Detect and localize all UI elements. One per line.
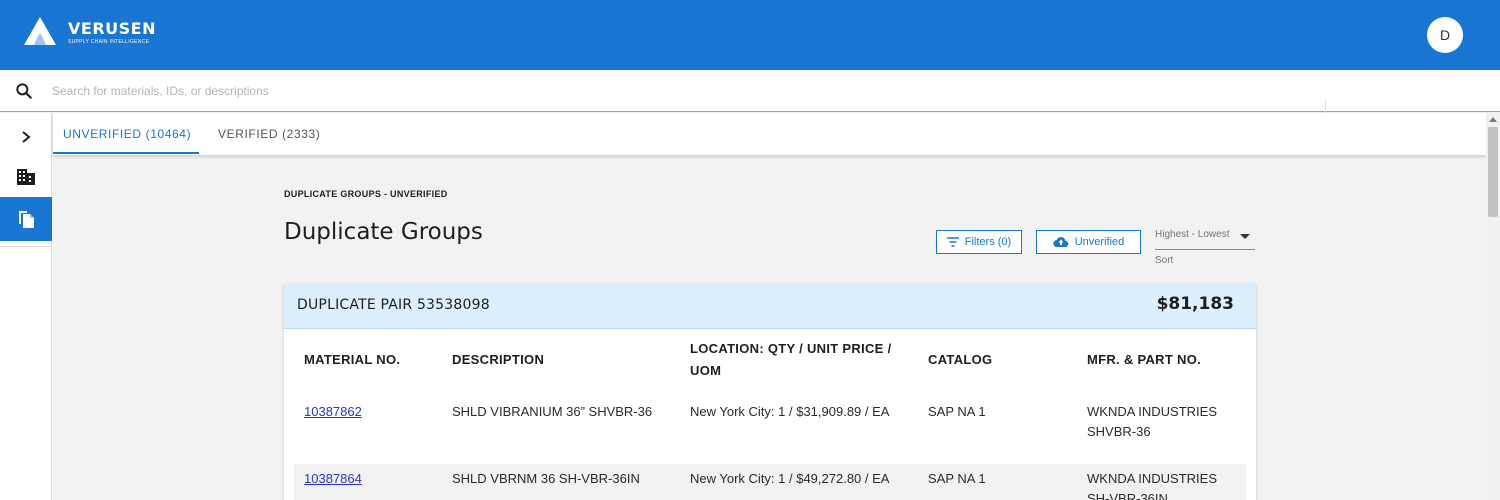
table-row-1-catalog: SAP NA 1 <box>928 404 986 419</box>
rail-divider <box>0 246 52 247</box>
material-link[interactable]: 10387862 <box>304 404 362 419</box>
logo-subtitle: SUPPLY CHAIN INTELLIGENCE <box>68 39 150 45</box>
verusen-logo[interactable]: VERUSEN SUPPLY CHAIN INTELLIGENCE <box>22 16 155 48</box>
search-icon[interactable] <box>14 81 34 101</box>
table-row-1-material-no: 10387862 <box>304 402 362 422</box>
table-row-2-material-no: 10387864 <box>304 469 362 489</box>
table-row-2-catalog: SAP NA 1 <box>928 471 986 486</box>
search-divider <box>1325 100 1326 114</box>
scroll-up-arrow-icon[interactable] <box>1489 117 1497 122</box>
tab-verified[interactable]: VERIFIED (2333) <box>218 113 320 155</box>
scroll-thumb[interactable] <box>1488 127 1498 217</box>
search-bar <box>0 70 1500 114</box>
vertical-scrollbar[interactable] <box>1486 113 1500 500</box>
filters-button[interactable]: Filters (0) <box>936 230 1022 254</box>
table-row-1-location: New York City: 1 / $31,909.89 / EA <box>690 404 890 419</box>
table-row-1-description: SHLD VIBRANIUM 36” SHVBR-36 <box>452 404 653 419</box>
breadcrumb: DUPLICATE GROUPS - UNVERIFIED <box>284 189 448 199</box>
table-row-2-location: New York City: 1 / $49,272.80 / EA <box>690 471 890 486</box>
duplicate-group-amount: $81,183 <box>1156 294 1234 314</box>
table-row-1-mfr-part: WKNDA INDUSTRIES SHVBR-36 <box>1087 404 1218 439</box>
tab-unverified[interactable]: UNVERIFIED (10464) <box>63 113 191 155</box>
column-header-material-no: MATERIAL NO. <box>304 352 401 367</box>
material-link[interactable]: 10387864 <box>304 471 362 486</box>
sort-label: Sort <box>1155 255 1174 266</box>
sort-select[interactable]: Highest - Lowest <box>1155 226 1255 250</box>
column-header-description: DESCRIPTION <box>452 352 545 367</box>
search-input[interactable] <box>52 78 1312 104</box>
table-row-2-mfr-part: WKNDA INDUSTRIES SH-VBR-36IN <box>1087 471 1218 500</box>
column-header-mfr-part: MFR. & PART NO. <box>1087 352 1202 367</box>
copy-documents-icon <box>19 211 34 228</box>
sidebar-item-organizations[interactable] <box>0 155 52 199</box>
logo-mark-icon <box>24 17 56 45</box>
tabs-bar: UNVERIFIED (10464) VERIFIED (2333) <box>53 113 1486 155</box>
logo-text: VERUSEN <box>68 19 156 38</box>
cloud-upload-icon <box>1053 237 1068 248</box>
left-rail <box>0 113 52 500</box>
sidebar-item-duplicates[interactable] <box>0 197 52 241</box>
duplicate-group-card: DUPLICATE PAIR 53538098 $81,183 MATERIAL… <box>284 284 1256 500</box>
column-header-location: LOCATION: QTY / UNIT PRICE / UOM <box>690 341 892 378</box>
unverified-button-label: Unverified <box>1074 236 1125 248</box>
expand-sidebar-button[interactable] <box>0 115 52 159</box>
unverified-status-button[interactable]: Unverified <box>1036 230 1141 254</box>
sort-selected-value: Highest - Lowest <box>1155 229 1230 240</box>
filters-button-label: Filters (0) <box>964 236 1012 248</box>
table-row-2-description: SHLD VBRNM 36 SH-VBR-36IN <box>452 471 640 486</box>
page-title: Duplicate Groups <box>284 219 483 245</box>
building-icon <box>17 169 35 185</box>
column-header-catalog: CATALOG <box>928 352 993 367</box>
dropdown-arrow-icon <box>1240 234 1250 239</box>
app-bar: VERUSEN SUPPLY CHAIN INTELLIGENCE D <box>0 0 1500 70</box>
user-avatar[interactable]: D <box>1427 17 1463 53</box>
active-tab-indicator <box>53 152 199 154</box>
chevron-right-icon <box>22 131 31 143</box>
duplicate-group-title: DUPLICATE PAIR 53538098 <box>297 297 490 313</box>
duplicate-group-header[interactable]: DUPLICATE PAIR 53538098 $81,183 <box>284 284 1256 329</box>
filter-icon <box>946 237 959 247</box>
